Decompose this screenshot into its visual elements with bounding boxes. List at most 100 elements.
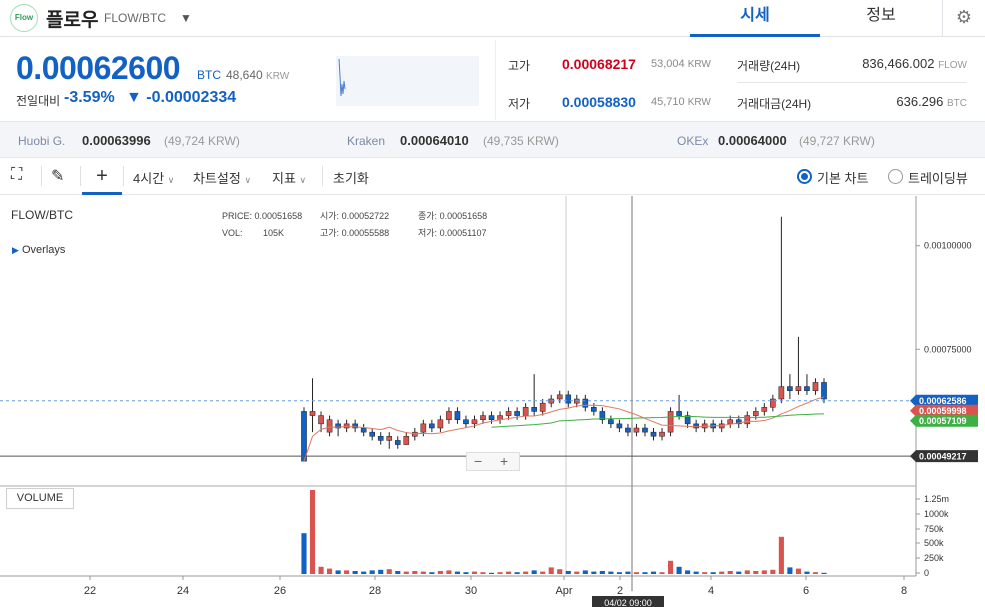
volume-bar — [437, 571, 443, 574]
x-tick-label: 28 — [369, 585, 381, 597]
price-tag: 0.00049217 — [910, 450, 978, 463]
candle-body — [539, 402, 546, 412]
volume-bar — [369, 570, 375, 574]
volume-bar — [565, 571, 571, 574]
candle-body — [471, 419, 478, 425]
chart-settings-menu[interactable]: 차트설정 ∨ — [193, 168, 251, 187]
chevron-down-icon: ∨ — [167, 175, 175, 185]
high-krw-value: 53,004 — [651, 58, 685, 70]
volume-bar — [787, 567, 793, 574]
volume-bar — [540, 571, 546, 574]
candle-body — [318, 415, 324, 425]
exchange-name-okex[interactable]: OKEx — [677, 134, 708, 148]
coin-dropdown-chevron-icon[interactable]: ▼ — [180, 11, 192, 25]
candle-body — [488, 415, 495, 420]
volume-bar — [608, 571, 614, 574]
caret-right-icon: ▶ — [12, 245, 19, 255]
volume-panel-label[interactable]: VOLUME — [6, 488, 74, 509]
candle-body — [514, 411, 520, 416]
tradingview-label[interactable]: 트레이딩뷰 — [908, 168, 968, 187]
volume-bar — [668, 560, 674, 574]
volume-bar — [344, 570, 350, 574]
legend-price-label: PRICE: — [222, 211, 253, 221]
crosshair-time-tag: 04/02 09:00 — [592, 596, 664, 607]
volume-bar — [531, 570, 537, 574]
candle-body — [812, 382, 819, 391]
candle-body — [480, 415, 486, 420]
volume-bar — [480, 572, 486, 574]
volume-bar — [386, 569, 392, 574]
volume-bar — [770, 569, 776, 574]
candle-body — [625, 427, 631, 433]
overlays-toggle[interactable]: ▶ Overlays — [12, 244, 65, 256]
price-chart[interactable]: 0.00100000 0.00075000 1.25m 1000k 750k 500k 25… — [0, 196, 985, 607]
volume-bar — [403, 571, 409, 574]
volume-bar — [301, 533, 307, 574]
high-krw-unit: KRW — [687, 59, 711, 70]
volume-bar — [412, 571, 418, 574]
volume-bar — [736, 571, 742, 574]
volume-bar — [574, 571, 580, 574]
chevron-down-icon: ∨ — [299, 175, 307, 185]
candle-body — [377, 436, 384, 441]
volume-bar — [463, 572, 469, 574]
zoom-out-button[interactable]: − — [474, 453, 482, 470]
tab-info[interactable]: 정보 — [820, 0, 942, 37]
exchange-name-huobi[interactable]: Huobi G. — [18, 134, 65, 148]
legend-vol-label: VOL: — [222, 228, 243, 238]
volume-bar — [795, 568, 801, 574]
divider — [80, 166, 81, 186]
current-price: 0.00062600 — [16, 50, 181, 86]
y-tick-label: 0.00075000 — [924, 344, 972, 354]
volume-label: 거래량(24H) — [737, 59, 801, 73]
ohlc-legend-3: 종가: 0.00051658 저가: 0.00051107 — [418, 208, 487, 242]
volume-bar — [804, 571, 810, 574]
crosshair-icon[interactable]: + — [82, 158, 122, 195]
x-tick-label: Apr — [555, 585, 572, 597]
exchange-krw-okex: (49,727 KRW) — [799, 134, 875, 148]
volume-tick-label: 0 — [924, 568, 929, 578]
basic-chart-label[interactable]: 기본 차트 — [817, 168, 868, 187]
coin-pair[interactable]: FLOW/BTC — [104, 11, 166, 25]
x-tick-label: 22 — [84, 585, 96, 597]
exchange-value-huobi: 0.00063996 — [82, 133, 151, 148]
zoom-in-button[interactable]: + — [500, 453, 508, 470]
divider — [123, 166, 124, 186]
volume-bar — [514, 572, 520, 574]
reset-button[interactable]: 초기화 — [333, 168, 369, 187]
price-krw: 48,640 KRW — [226, 68, 289, 82]
volume-tick-label: 750k — [924, 524, 944, 534]
exchange-value-okex: 0.00064000 — [718, 133, 787, 148]
candle-body — [360, 427, 367, 433]
candle-body — [463, 419, 469, 425]
amount-value: 636.296 — [896, 94, 944, 109]
price-unit: BTC — [197, 68, 221, 82]
gear-icon[interactable]: ⚙ — [942, 0, 985, 37]
indicators-menu[interactable]: 지표 ∨ — [272, 168, 306, 187]
crosshair-time-label: 04/02 09:00 — [604, 598, 652, 607]
volume-unit: FLOW — [938, 60, 967, 71]
coin-name[interactable]: 플로우 — [46, 5, 98, 32]
exchange-price-strip: Huobi G. 0.00063996 (49,724 KRW) Kraken … — [0, 121, 985, 158]
low-krw: 45,710 KRW — [651, 96, 711, 108]
volume-bar — [812, 572, 819, 574]
volume-bar — [744, 570, 750, 574]
candle-body — [369, 431, 376, 437]
exchange-krw-huobi: (49,724 KRW) — [164, 134, 240, 148]
interval-select[interactable]: 4시간 ∨ — [133, 168, 174, 187]
radio-tradingview[interactable] — [888, 169, 903, 184]
exchange-name-kraken[interactable]: Kraken — [347, 134, 385, 148]
volume-tick-label: 250k — [924, 553, 944, 563]
legend-close-label: 종가: — [418, 211, 438, 221]
volume-bar — [685, 570, 691, 574]
low-label: 저가 — [508, 97, 531, 111]
volume-bar — [309, 490, 316, 574]
candle-body — [343, 423, 350, 429]
pencil-icon[interactable]: ✎ — [51, 166, 64, 186]
candle-body — [616, 423, 623, 429]
radio-basic-chart[interactable] — [797, 169, 812, 184]
tab-market-price[interactable]: 시세 — [690, 0, 820, 37]
volume-bar — [676, 566, 682, 574]
fullscreen-icon[interactable]: ⛶ — [11, 166, 22, 184]
volume-bar — [582, 570, 588, 574]
